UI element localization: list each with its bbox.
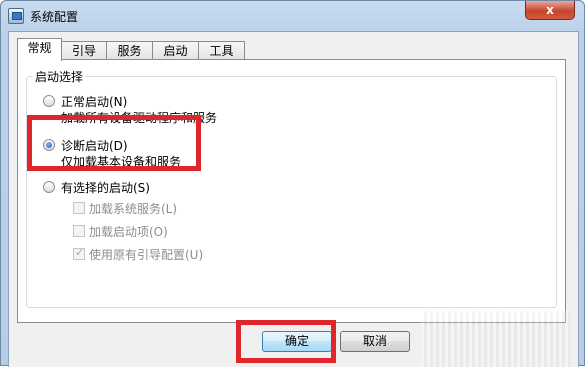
cancel-button[interactable]: 取消: [340, 331, 410, 352]
load-startup-items-label: 加载启动项(O): [89, 225, 168, 239]
general-tab-panel: 启动选择 正常启动(N) 加载所有设备驱动程序和服务 诊断启动(D) 仅加载基本…: [17, 59, 566, 323]
diagnostic-highlight-box: [27, 115, 201, 171]
tab-startup[interactable]: 启动: [152, 41, 199, 60]
title-bar[interactable]: 系统配置 x: [1, 1, 585, 31]
normal-startup-label[interactable]: 正常启动(N): [61, 93, 127, 110]
close-button[interactable]: x: [525, 1, 575, 20]
window-title: 系统配置: [30, 10, 79, 24]
tab-services[interactable]: 服务: [106, 41, 153, 60]
startup-selection-title: 启动选择: [33, 68, 86, 85]
checkmark-icon: ✓: [75, 246, 85, 259]
tab-tools[interactable]: 工具: [198, 41, 245, 60]
system-config-icon: [8, 8, 24, 24]
selective-startup-radio[interactable]: [43, 181, 55, 193]
window-frame: 系统配置 x 常规 引导 服务 启动 工具 启动选择 正常启动(N) 加载所有设…: [0, 0, 585, 367]
selective-startup-label[interactable]: 有选择的启动(S): [61, 179, 150, 196]
normal-startup-radio[interactable]: [43, 95, 55, 107]
ok-highlight-box: [236, 320, 336, 363]
load-startup-items-checkbox[interactable]: [73, 225, 85, 237]
load-system-services-checkbox[interactable]: [73, 202, 85, 214]
use-original-boot-config-checkbox[interactable]: ✓: [73, 246, 85, 260]
load-system-services-label: 加载系统服务(L): [89, 202, 178, 216]
watermark-overlay: [421, 311, 571, 367]
tab-general[interactable]: 常规: [17, 38, 62, 61]
tab-boot[interactable]: 引导: [61, 41, 107, 60]
use-original-boot-config-label: 使用原有引导配置(U): [89, 248, 204, 262]
